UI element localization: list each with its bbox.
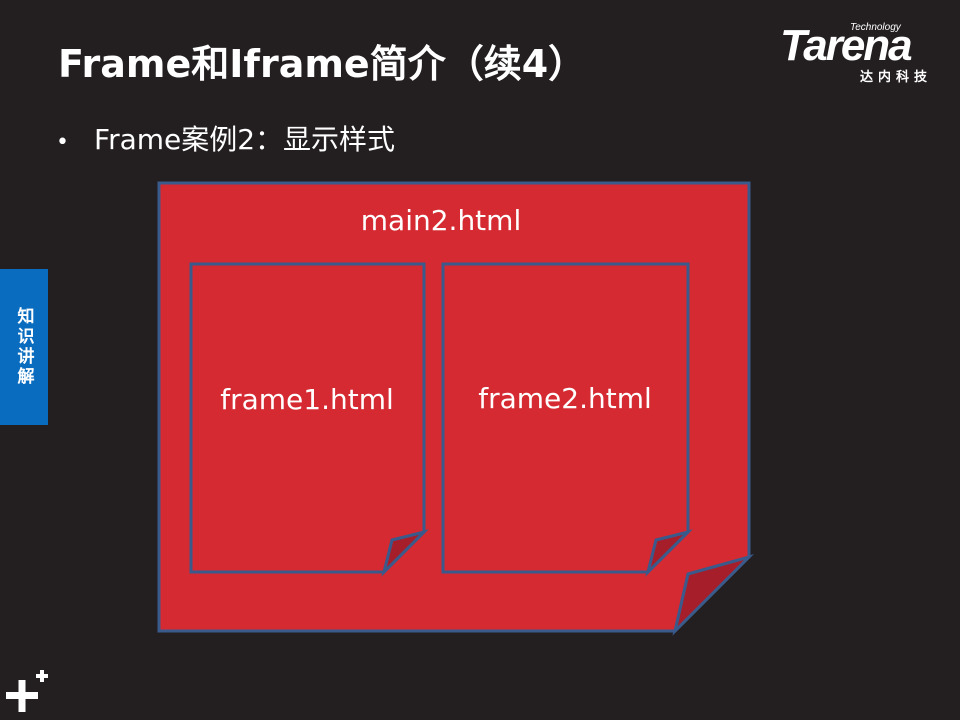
outer-page-label: main2.html — [361, 204, 521, 237]
inner-page-frame2: frame2.html — [441, 262, 693, 577]
plus-icon — [6, 670, 48, 712]
inner-page-frame1: frame1.html — [189, 262, 429, 577]
inner-page-label: frame1.html — [220, 383, 394, 416]
inner-page-label: frame2.html — [478, 382, 652, 415]
inner-page-shape — [189, 262, 426, 574]
frame-layout-diagram: main2.html frame1.html frame2.html — [157, 181, 755, 636]
inner-page-shape — [441, 262, 690, 574]
